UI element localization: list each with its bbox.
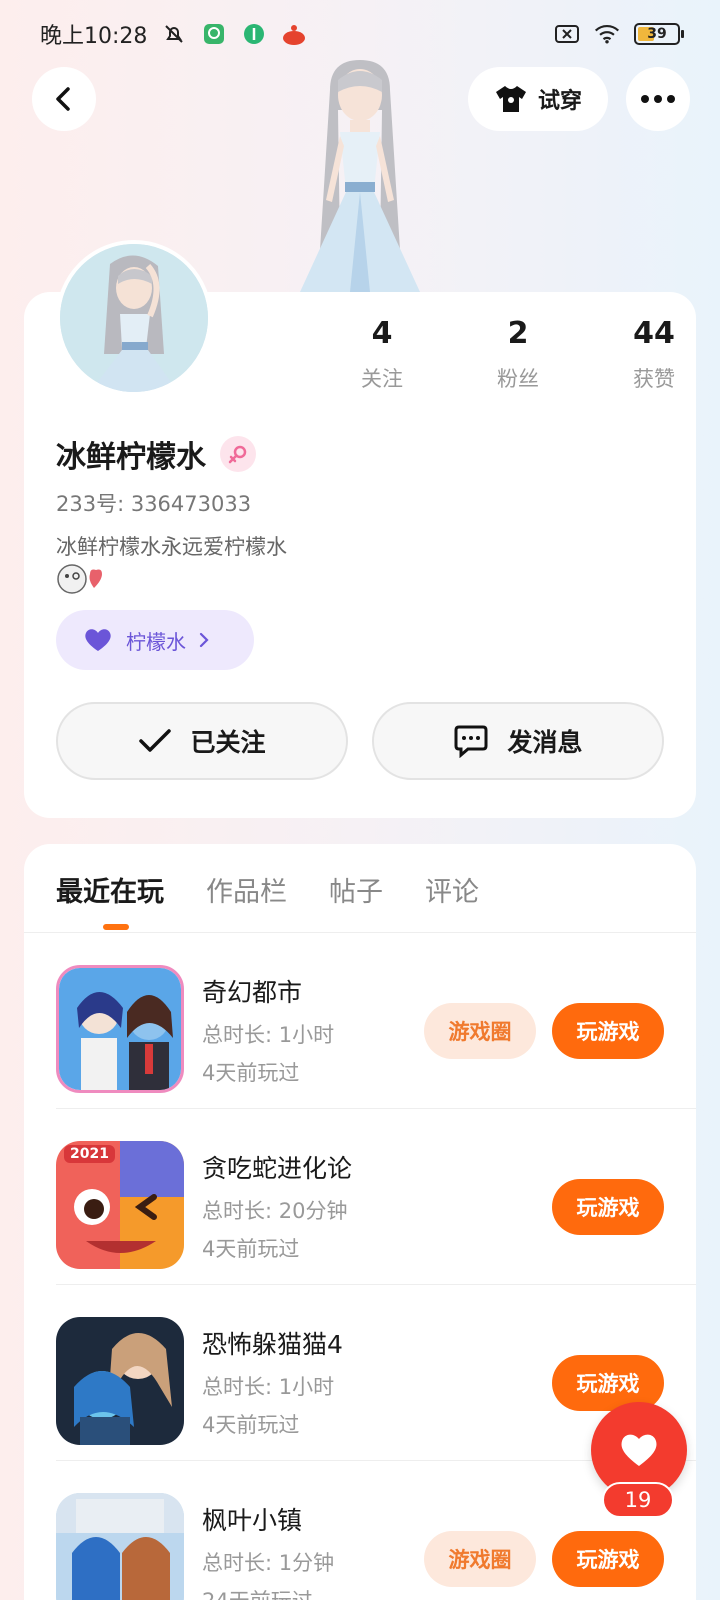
bio-emoji [56,562,108,596]
play-game-button[interactable]: 玩游戏 [552,1531,664,1587]
back-arrow-icon [56,87,70,111]
stat-fans[interactable]: 2 粉丝 [450,316,586,393]
tab-works[interactable]: 作品栏 [206,870,287,909]
tab-recently-played[interactable]: 最近在玩 [56,870,164,909]
game-row[interactable]: 枫叶小镇 总时长: 1分钟 24天前玩过 游戏圈 玩游戏 [24,1461,696,1600]
back-button[interactable] [32,67,96,131]
game-name: 恐怖躲猫猫4 [202,1330,343,1359]
app-notification-icon-2 [241,21,267,47]
game-duration: 总时长: 20分钟 [202,1199,348,1223]
more-options-button[interactable] [626,67,690,131]
stat-likes[interactable]: 44 获赞 [586,316,720,393]
game-duration: 总时长: 1小时 [202,1023,335,1047]
more-dots-icon [641,95,675,103]
game-icon-snake-evolution[interactable]: 2021 [56,1141,184,1269]
nickname-row: 冰鲜柠檬水 [56,432,256,476]
active-tab-indicator [103,924,129,930]
game-last-played: 4天前玩过 [202,1237,300,1261]
tab-posts[interactable]: 帖子 [329,870,383,909]
battery-indicator: 39 [634,23,684,45]
interest-tag[interactable]: 柠檬水 [56,610,254,670]
game-circle-button[interactable]: 游戏圈 [424,1003,536,1059]
profile-stats: 4 关注 2 粉丝 44 获赞 [314,316,720,393]
game-icon-fantasy-city[interactable] [56,965,184,1093]
game-row[interactable]: 2021 贪吃蛇进化论 总时长: 20分钟 4天前玩过 玩游戏 [24,1109,696,1285]
game-icon-horror-hide-and-seek[interactable] [56,1317,184,1445]
stat-following-count: 4 [371,316,393,351]
status-time: 晚上10:28 [40,24,148,49]
interest-tag-label: 柠檬水 [126,629,186,654]
game-name: 贪吃蛇进化论 [202,1154,353,1183]
game-circle-button[interactable]: 游戏圈 [424,1531,536,1587]
stat-likes-count: 44 [633,316,675,351]
tab-bar: 最近在玩 作品栏 帖子 评论 [56,870,479,909]
play-game-button[interactable]: 玩游戏 [552,1003,664,1059]
nickname: 冰鲜柠檬水 [56,440,206,475]
followed-button[interactable]: 已关注 [56,702,348,780]
avatar[interactable] [56,240,212,396]
content-card: 最近在玩 作品栏 帖子 评论 奇幻都市 总时长: 1小时 4天前玩过 游戏圈 玩… [24,844,696,1600]
battery-level: 39 [647,26,667,42]
followed-label: 已关注 [190,728,266,757]
wifi-icon [594,21,620,47]
app-notification-icon [201,21,227,47]
game-duration: 总时长: 1小时 [202,1375,335,1399]
app-notification-icon-3 [281,21,307,47]
purple-heart-icon [85,629,111,651]
play-game-button[interactable]: 玩游戏 [552,1179,664,1235]
emoji-heart-icon [57,564,102,594]
stat-likes-label: 获赞 [633,367,675,391]
send-message-label: 发消息 [507,728,583,757]
try-on-button[interactable]: 试穿 [468,67,608,131]
no-sim-icon [554,21,580,47]
game-duration: 总时长: 1分钟 [202,1551,335,1575]
female-gender-icon [220,436,256,472]
tab-comments[interactable]: 评论 [425,870,479,909]
bio-text: 冰鲜柠檬水永远爱柠檬水 [56,535,287,559]
mute-bell-icon [161,21,187,47]
like-count-badge: 19 [602,1482,674,1518]
game-row[interactable]: 奇幻都市 总时长: 1小时 4天前玩过 游戏圈 玩游戏 [24,933,696,1109]
try-on-label: 试穿 [537,89,582,114]
character-illustration [270,50,450,292]
shirt-icon [495,86,526,112]
stat-following-label: 关注 [361,367,403,391]
game-last-played: 4天前玩过 [202,1413,300,1437]
game-name: 奇幻都市 [202,978,303,1007]
stat-fans-count: 2 [507,316,529,351]
stat-fans-label: 粉丝 [497,367,539,391]
game-last-played: 4天前玩过 [202,1061,300,1085]
game-name: 枫叶小镇 [202,1506,303,1535]
game-year-badge: 2021 [64,1145,115,1163]
game-last-played: 24天前玩过 [202,1585,313,1600]
game-icon-maple-town[interactable] [56,1493,184,1600]
checkmark-icon [139,729,172,752]
send-message-button[interactable]: 发消息 [372,702,664,780]
chat-bubble-icon [454,725,488,758]
stat-following[interactable]: 4 关注 [314,316,450,393]
heart-icon [621,1434,657,1466]
chevron-right-icon [199,632,209,648]
user-id: 233号: 336473033 [56,492,252,516]
